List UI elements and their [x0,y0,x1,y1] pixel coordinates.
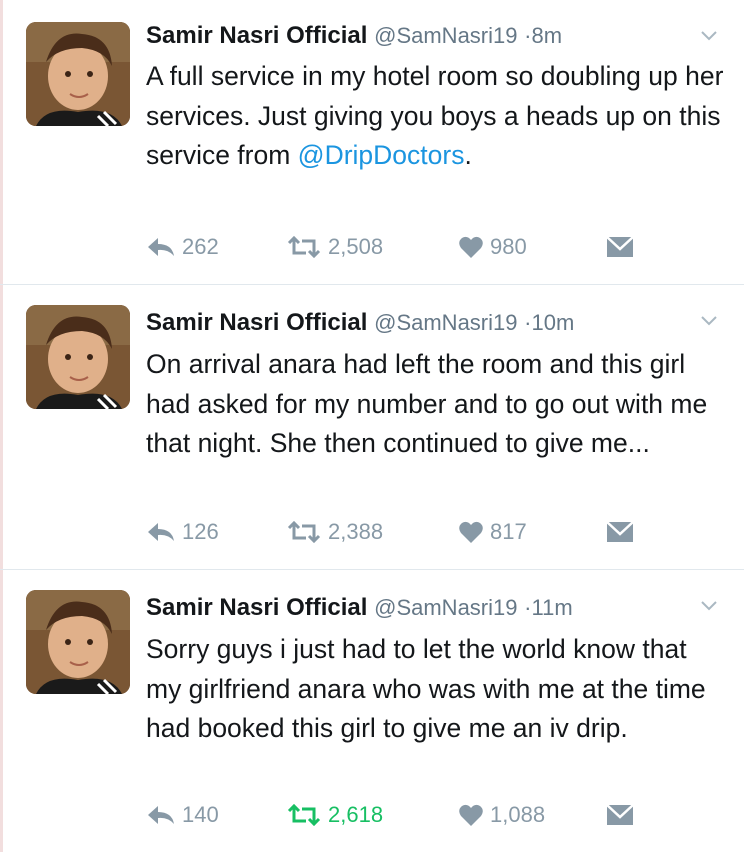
like-count: 817 [490,519,527,544]
retweet-count: 2,388 [328,519,384,544]
tweet-actions: 262 2,508 980 [146,232,666,262]
display-name[interactable]: Samir Nasri Official [146,309,367,336]
heart-icon [459,236,483,258]
reply-count: 140 [182,802,219,827]
tweet-header: Samir Nasri Official @SamNasri19 ·8m [146,18,562,54]
reply-icon [148,523,174,541]
reply-button[interactable]: 126 [146,517,219,547]
direct-message-icon [606,236,634,257]
user-handle[interactable]: @SamNasri19 [374,310,517,335]
timestamp[interactable]: 8m [532,23,563,48]
tweet[interactable]: Samir Nasri Official @SamNasri19 ·10m On… [0,285,744,570]
like-count: 1,088 [490,802,546,827]
user-handle[interactable]: @SamNasri19 [374,595,517,620]
direct-message-button[interactable] [606,232,634,262]
retweet-icon [287,236,321,258]
reply-icon [148,806,174,824]
display-name[interactable]: Samir Nasri Official [146,594,367,621]
tweet-text: A full service in my hotel room so doubl… [146,57,726,176]
avatar[interactable] [26,590,130,694]
retweet-count: 2,508 [328,234,384,259]
retweet-button[interactable]: 2,508 [286,232,383,262]
dot-separator: · [524,310,532,335]
dot-separator: · [524,23,532,48]
avatar[interactable] [26,305,130,409]
avatar[interactable] [26,22,130,126]
retweet-button[interactable]: 2,388 [286,517,383,547]
direct-message-button[interactable] [606,800,634,830]
heart-icon [459,804,483,826]
timestamp[interactable]: 11m [532,595,573,620]
tweet[interactable]: Samir Nasri Official @SamNasri19 ·11m So… [0,570,744,852]
tweet-text-body: Sorry guys i just had to let the world k… [146,634,706,743]
tweet[interactable]: Samir Nasri Official @SamNasri19 ·8m A f… [0,0,744,285]
like-button[interactable]: 1,088 [458,800,545,830]
tweet-text-body: On arrival anara had left the room and t… [146,349,708,458]
reply-count: 262 [182,234,219,259]
caret-down-icon[interactable] [700,30,718,42]
retweet-icon [287,804,321,826]
tweet-actions: 126 2,388 817 [146,517,666,547]
like-button[interactable]: 980 [458,232,527,262]
dot-separator: · [524,595,532,620]
reply-count: 126 [182,519,219,544]
tweet-header: Samir Nasri Official @SamNasri19 ·11m [146,590,573,626]
direct-message-icon [606,521,634,542]
like-button[interactable]: 817 [458,517,527,547]
mention-link[interactable]: @DripDoctors [298,140,465,170]
reply-button[interactable]: 140 [146,800,219,830]
tweet-text: On arrival anara had left the room and t… [146,345,726,464]
tweet-text-end: . [464,140,472,170]
caret-down-icon[interactable] [700,600,718,612]
retweet-count: 2,618 [328,802,384,827]
reply-button[interactable]: 262 [146,232,219,262]
user-handle[interactable]: @SamNasri19 [374,23,517,48]
direct-message-icon [606,804,634,825]
tweet-actions: 140 2,618 1,088 [146,800,666,830]
caret-down-icon[interactable] [700,315,718,327]
tweet-header: Samir Nasri Official @SamNasri19 ·10m [146,305,574,341]
timestamp[interactable]: 10m [532,310,575,335]
retweet-icon [287,521,321,543]
direct-message-button[interactable] [606,517,634,547]
retweet-button[interactable]: 2,618 [286,800,383,830]
display-name[interactable]: Samir Nasri Official [146,22,367,49]
heart-icon [459,521,483,543]
tweet-text: Sorry guys i just had to let the world k… [146,630,726,749]
reply-icon [148,238,174,256]
like-count: 980 [490,234,527,259]
